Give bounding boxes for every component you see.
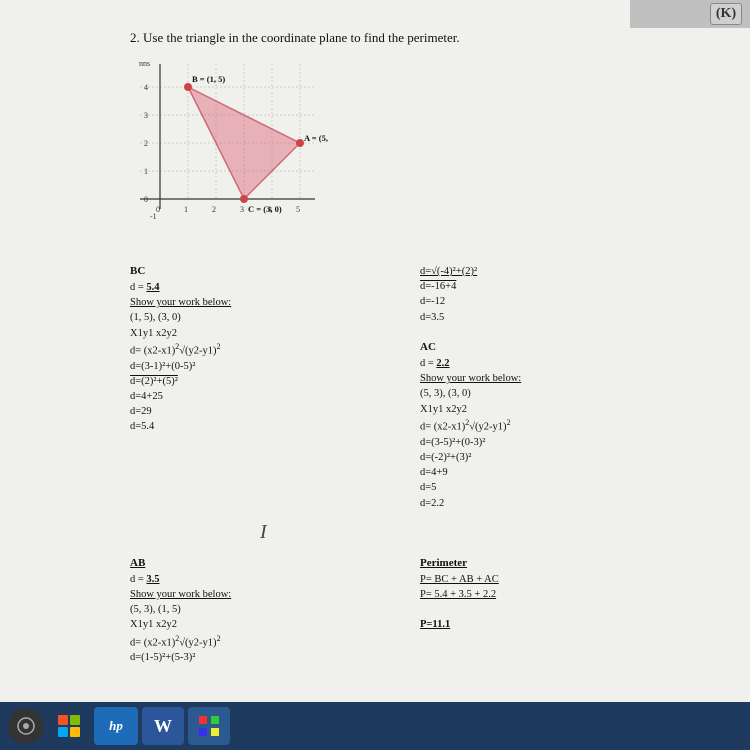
bc-d-line: d = 5.4 (130, 280, 400, 295)
ac-step5: d=2.2 (420, 496, 690, 511)
ac-formula: d= (x2-x1)2√(y2-y1)2 (420, 417, 690, 435)
work-columns: BC d = 5.4 Show your work below: (1, 5),… (130, 264, 700, 511)
ac-show-work: Show your work below: (420, 371, 690, 386)
paper-background: (K) 2. Use the triangle in the coordinat… (0, 0, 750, 702)
cursor-symbol: I (260, 521, 267, 543)
bc-label: BC (130, 264, 400, 280)
ac-step1: d=(3-5)²+(0-3)² (420, 435, 690, 450)
svg-text:nns: nns (139, 59, 150, 68)
svg-text:3: 3 (144, 111, 148, 120)
k-button[interactable]: (K) (710, 3, 742, 25)
taskbar-circle-btn[interactable] (8, 708, 44, 744)
ab-formula: d= (x2-x1)2√(y2-y1)2 (130, 633, 400, 651)
bc-section: BC d = 5.4 Show your work below: (1, 5),… (130, 264, 400, 511)
taskbar-tiles-btn[interactable] (188, 707, 230, 745)
taskbar-word-btn[interactable]: W (142, 707, 184, 745)
bottom-sections: AB d = 3.5 Show your work below: (5, 3),… (130, 556, 700, 666)
bc-step5: d=5.4 (130, 419, 400, 434)
bc-right-2: d=-16+4 (420, 279, 690, 294)
bc-step1: d=(3-1)²+(0-5)² (130, 359, 400, 374)
bc-show-work: Show your work below: (130, 295, 400, 310)
svg-text:0: 0 (144, 195, 148, 204)
bc-points: (1, 5), (3, 0) (130, 310, 400, 325)
coordinate-plane-svg: 0 1 2 3 4 5 0 1 2 3 4 nns -1 (130, 54, 330, 224)
perimeter-formula: P= BC + AB + AC (420, 572, 690, 587)
svg-text:2: 2 (212, 205, 216, 214)
bc-right-3: d=-12 (420, 294, 690, 309)
ac-vars: X1y1 x2y2 (420, 402, 690, 417)
ab-points: (5, 3), (1, 5) (130, 602, 400, 617)
ac-points: (5, 3), (3, 0) (420, 386, 690, 401)
svg-text:1: 1 (144, 167, 148, 176)
perimeter-step1: P= 5.4 + 3.5 + 2.2 (420, 587, 690, 602)
ac-label: AC (420, 340, 690, 356)
bc-vars: X1y1 x2y2 (130, 326, 400, 341)
problem-text: Use the triangle in the coordinate plane… (143, 30, 460, 45)
problem-title: 2. Use the triangle in the coordinate pl… (130, 30, 710, 46)
ac-step4: d=5 (420, 480, 690, 495)
bc-right-1: d=√(-4)²+(2)² (420, 264, 690, 279)
ab-label: AB (130, 556, 400, 572)
ac-section: d=√(-4)²+(2)² d=-16+4 d=-12 d=3.5 AC d =… (420, 264, 690, 511)
svg-text:1: 1 (184, 205, 188, 214)
ac-step3: d=4+9 (420, 465, 690, 480)
svg-text:4: 4 (144, 83, 148, 92)
taskbar: hp W (0, 702, 750, 750)
top-bar: (K) (630, 0, 750, 28)
word-label: W (154, 716, 172, 737)
ab-step1: d=(1-5)²+(5-3)² (130, 650, 400, 665)
worksheet: 2. Use the triangle in the coordinate pl… (130, 30, 710, 665)
ab-section: AB d = 3.5 Show your work below: (5, 3),… (130, 556, 400, 666)
taskbar-windows-btn[interactable] (48, 707, 90, 745)
ab-d-line: d = 3.5 (130, 572, 400, 587)
perimeter-label: Perimeter (420, 556, 690, 572)
svg-text:-1: -1 (150, 212, 157, 221)
svg-text:3: 3 (240, 205, 244, 214)
bc-formula: d= (x2-x1)2√(y2-y1)2 (130, 341, 400, 359)
svg-text:A = (5, 3): A = (5, 3) (304, 133, 330, 143)
svg-text:2: 2 (144, 139, 148, 148)
hp-label: hp (109, 718, 123, 734)
svg-text:B = (1, 5): B = (1, 5) (192, 74, 225, 84)
perimeter-result: P=11.1 (420, 617, 690, 632)
bc-step4: d=29 (130, 404, 400, 419)
bc-step2: d=(2)²+(5)² (130, 374, 400, 389)
bc-right-4: d=3.5 (420, 310, 690, 325)
perimeter-section: Perimeter P= BC + AB + AC P= 5.4 + 3.5 +… (420, 556, 690, 666)
coordinate-plane-area: 0 1 2 3 4 5 0 1 2 3 4 nns -1 (130, 54, 360, 254)
ac-d-line: d = 2.2 (420, 356, 690, 371)
taskbar-hp-btn[interactable]: hp (94, 707, 138, 745)
ac-step2: d=(-2)²+(3)² (420, 450, 690, 465)
svg-text:5: 5 (296, 205, 300, 214)
ab-vars: X1y1 x2y2 (130, 617, 400, 632)
problem-number: 2. (130, 30, 140, 45)
bc-step3: d=4+25 (130, 389, 400, 404)
ab-show-work: Show your work below: (130, 587, 400, 602)
svg-text:C = (3, 0): C = (3, 0) (248, 204, 282, 214)
cursor-area: I (260, 521, 710, 544)
